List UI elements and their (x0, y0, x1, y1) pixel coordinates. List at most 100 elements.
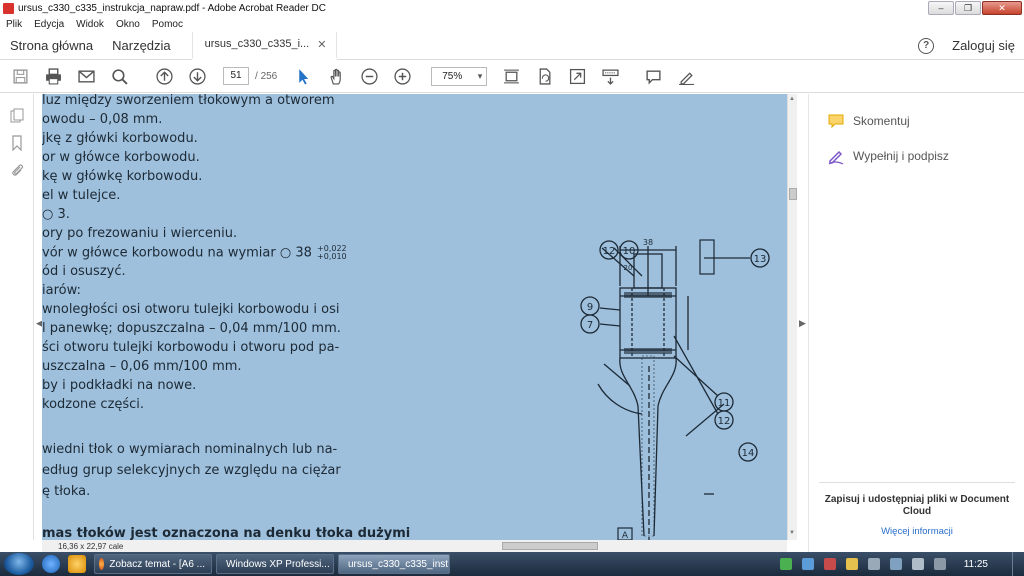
doc-line: or w główce korbowodu. (42, 150, 200, 165)
read-mode-icon[interactable] (600, 66, 620, 86)
menu-view[interactable]: Widok (70, 19, 110, 30)
zoom-select[interactable]: 75% ▾ (431, 66, 488, 86)
doc-line: ○ 3. (42, 207, 70, 222)
callout-12: 12 (603, 246, 616, 257)
tray-antivirus-icon[interactable] (823, 558, 836, 570)
right-tools-panel: Skomentuj Wypełnij i podpisz Zapisuj i u… (808, 94, 1024, 552)
callout-12-lower: 12 (718, 416, 731, 427)
pages-thumbnail-icon[interactable] (9, 108, 25, 124)
start-button[interactable] (4, 553, 34, 575)
tray-bluetooth-icon[interactable] (801, 558, 814, 570)
comment-tool[interactable]: Skomentuj (827, 112, 910, 130)
tab-home[interactable]: Strona główna (0, 38, 102, 53)
attachment-icon[interactable] (9, 162, 25, 178)
fill-sign-tool-label: Wypełnij i podpisz (853, 149, 949, 163)
page-size-label: 16,36 x 22,97 cale (58, 542, 124, 551)
tray-network-icon[interactable] (867, 558, 880, 570)
collapse-right-panel-icon[interactable]: ▶ (799, 318, 806, 329)
tab-bar: Strona główna Narzędzia ursus_c330_c335_… (0, 31, 1024, 60)
save-icon[interactable] (10, 66, 30, 86)
doc-line: ę tłoka. (42, 484, 91, 499)
connecting-rod-drawing: 12 10 13 9 7 11 12 14 38 20 A (580, 238, 770, 540)
show-desktop-button[interactable] (1012, 552, 1024, 576)
doc-line: uszczalna – 0,06 mm/100 mm. (42, 359, 242, 374)
doc-line: ści otworu tulejki korbowodu i otworu po… (42, 340, 340, 355)
menu-bar: Plik Edycja Widok Okno Pomoc (0, 16, 1024, 32)
firefox-icon (99, 558, 105, 570)
page-down-icon[interactable] (187, 66, 207, 86)
print-icon[interactable] (43, 66, 63, 86)
doc-line: iarów: (42, 283, 81, 298)
zoom-in-icon[interactable] (392, 66, 412, 86)
title-bar: ursus_c330_c335_instrukcja_napraw.pdf - … (0, 0, 1024, 16)
bookmark-icon[interactable] (9, 135, 25, 152)
doc-line: luz między sworzeniem tłokowym a otworem (42, 94, 335, 108)
doc-line: kę w główkę korbowodu. (42, 169, 203, 184)
doc-line: wiedni tłok o wymiarach nominalnych lub … (42, 442, 338, 457)
doc-line: by i podkładki na nowe. (42, 378, 197, 393)
close-button[interactable]: ✕ (982, 1, 1022, 15)
horizontal-scroll-thumb[interactable] (502, 542, 598, 550)
page-count: / 256 (255, 70, 278, 82)
login-link[interactable]: Zaloguj się (952, 38, 1015, 53)
tab-tools[interactable]: Narzędzia (102, 38, 180, 53)
explorer-quicklaunch-icon[interactable] (68, 555, 86, 573)
horizontal-scrollbar[interactable] (42, 540, 787, 552)
ie-quicklaunch-icon[interactable] (42, 555, 60, 573)
menu-file[interactable]: Plik (0, 19, 28, 30)
full-screen-icon[interactable] (567, 66, 587, 86)
doc-line: owodu – 0,08 mm. (42, 112, 163, 127)
hand-tool-icon[interactable] (326, 66, 346, 86)
section-label-a: A (622, 531, 629, 540)
tray-keyboard-icon[interactable] (933, 558, 946, 570)
doc-line: wnoległości osi otworu tulejki korbowodu… (42, 302, 340, 317)
vertical-scroll-thumb[interactable] (789, 188, 797, 200)
tray-flag-icon[interactable] (845, 558, 858, 570)
doc-line: mas tłoków jest oznaczona na denku tłoka… (42, 526, 411, 540)
menu-window[interactable]: Okno (110, 19, 146, 30)
search-icon[interactable] (109, 66, 129, 86)
vertical-scrollbar[interactable]: ▲ ▼ (787, 94, 797, 540)
fit-page-icon[interactable] (501, 66, 521, 86)
menu-edit[interactable]: Edycja (28, 19, 70, 30)
system-clock[interactable]: 11:25 (964, 559, 988, 570)
document-view[interactable]: luz między sworzeniem tłokowym a otworem… (42, 94, 787, 540)
doc-line: kodzone części. (42, 397, 145, 412)
email-icon[interactable] (76, 66, 96, 86)
callout-14: 14 (742, 448, 755, 459)
tab-document[interactable]: ursus_c330_c335_i... ✕ (191, 31, 338, 60)
more-info-link[interactable]: Więcej informacji (821, 526, 1013, 537)
taskbar-acrobat[interactable]: ursus_c330_c335_inst... (338, 554, 450, 574)
maximize-button[interactable]: ❐ (955, 1, 981, 15)
fill-sign-pen-icon (828, 150, 844, 165)
menu-help[interactable]: Pomoc (146, 19, 189, 30)
select-arrow-icon[interactable] (293, 66, 313, 86)
doc-line: vór w główce korbowodu na wymiar ○ 38 +0… (42, 244, 347, 261)
taskbar-virtualbox[interactable]: Windows XP Professi... (216, 554, 334, 574)
page-up-icon[interactable] (154, 66, 174, 86)
minimize-button[interactable]: – (928, 1, 954, 15)
tray-app-icon[interactable] (779, 558, 792, 570)
help-icon[interactable]: ? (918, 37, 935, 54)
system-tray: 11:25 (779, 552, 1024, 576)
rotate-icon[interactable] (534, 66, 554, 86)
tray-battery-icon[interactable] (889, 558, 902, 570)
tray-volume-icon[interactable] (911, 558, 924, 570)
taskbar-firefox[interactable]: Zobacz temat - [A6 ... (94, 554, 212, 574)
scroll-up-icon[interactable]: ▲ (789, 96, 795, 102)
zoom-out-icon[interactable] (359, 66, 379, 86)
dimension-38: 38 (643, 238, 653, 247)
scroll-down-icon[interactable]: ▼ (789, 530, 795, 536)
windows-taskbar: Zobacz temat - [A6 ... Windows XP Profes… (0, 552, 1024, 576)
comment-bubble-icon (828, 114, 844, 129)
doc-line: ód i osuszyć. (42, 264, 126, 279)
comment-icon[interactable] (643, 66, 663, 86)
fill-sign-tool[interactable]: Wypełnij i podpisz (827, 147, 949, 165)
doc-line: edług grup selekcyjnych ze względu na ci… (42, 463, 341, 478)
page-number-input[interactable]: 51 (223, 67, 249, 85)
tab-close-icon[interactable]: ✕ (317, 38, 326, 51)
sign-icon[interactable] (676, 66, 696, 86)
document-cloud-promo: Zapisuj i udostępniaj pliki w Document C… (824, 494, 1010, 517)
doc-line: l panewkę; dopuszczalna – 0,04 mm/100 mm… (42, 321, 341, 336)
window-title: ursus_c330_c335_instrukcja_napraw.pdf - … (18, 2, 326, 14)
